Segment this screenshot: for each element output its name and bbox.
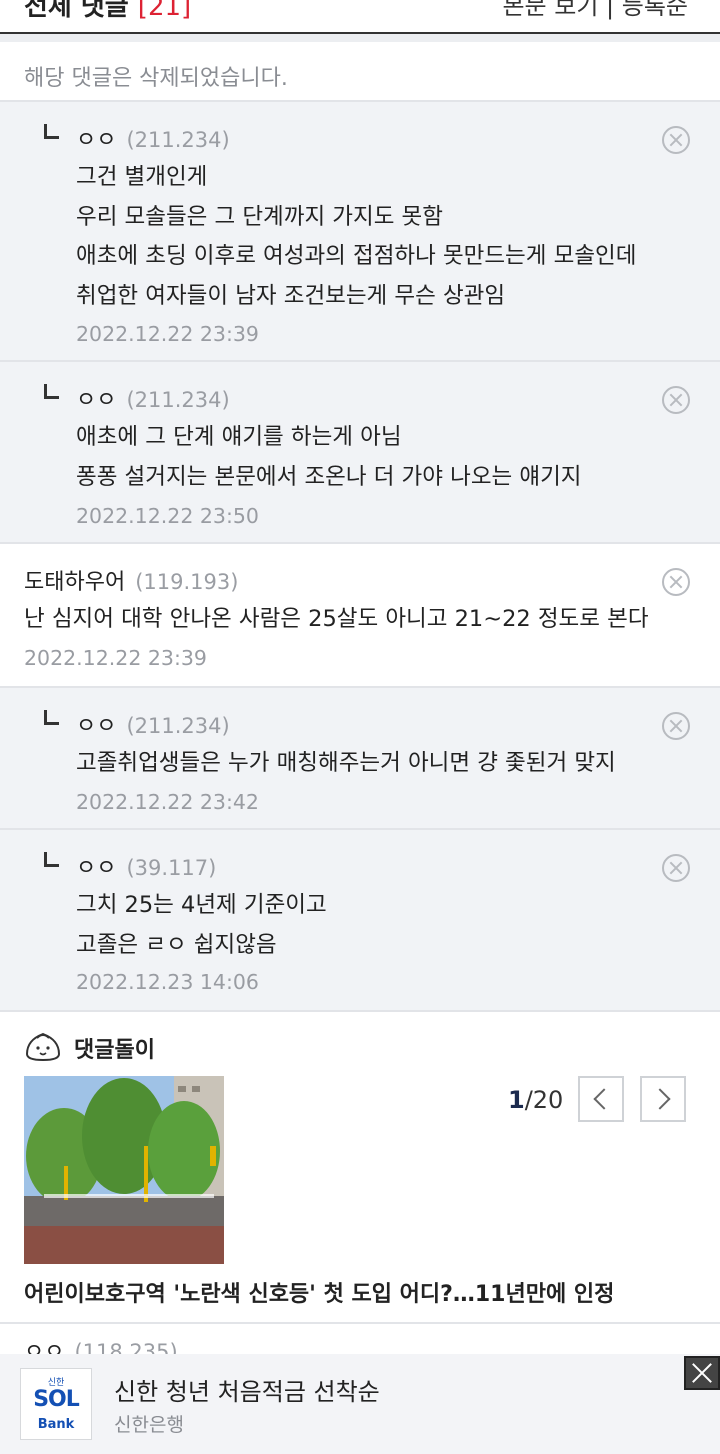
close-ad-button[interactable] [684,1356,720,1390]
delete-comment-icon[interactable] [662,386,690,414]
comment-date: 2022.12.22 23:42 [76,790,259,814]
comment-date: 2022.12.22 23:50 [76,504,259,528]
comment-nickname[interactable]: ㅇㅇ [76,714,116,739]
comment-nickname[interactable]: ㅇㅇ [76,128,116,153]
news-headline-link[interactable]: 어린이보호구역 '노란색 신호등' 첫 도입 어디?…11년만에 인정 [24,1276,614,1308]
news-thumbnail[interactable] [24,1076,224,1264]
ad-advertiser: 신한은행 [114,1414,184,1436]
comment-text: 그치 25는 4년제 기준이고 고졸은 ㄹㅇ 쉽지않음 [76,892,327,958]
comment-text: 애초에 그 단계 얘기를 하는게 아님 퐁퐁 설거지는 본문에서 조온나 더 가… [76,424,582,490]
comment-ip: (211.234) [126,128,230,152]
dolgul-title: 댓글돌이 [74,1038,155,1063]
chevron-left-icon [593,1088,615,1110]
comment-header-title: 전체 댓글 [24,0,129,22]
ad-banner[interactable]: 신한 SOL Bank 신한 청년 처음적금 선착순 신한은행 [0,1354,720,1454]
comment-item: 도태하우어 (119.193) 난 심지어 대학 안나온 사람은 25살도 아니고… [0,544,720,688]
shinhan-sol-bank-logo: 신한 SOL Bank [20,1368,92,1440]
delete-comment-icon[interactable] [662,126,690,154]
delete-comment-icon[interactable] [662,568,690,596]
comment-ip: (39.117) [126,856,217,880]
comment-reply: ㅇㅇ (211.234) 그건 별개인게 우리 모솔들은 그 단계까지 가지도 못… [0,102,720,362]
section-divider [0,34,720,42]
comment-sort-menu[interactable]: 본문 보기 | 등록순 [502,0,688,21]
prev-button[interactable] [578,1076,624,1122]
dolgul-section: 댓글돌이 1/20 어린이보호구역 '노란색 신호등' 첫 도입 어디?…11년… [0,1012,720,1324]
pager-total: /20 [524,1086,564,1114]
pager-current: 1 [508,1086,525,1114]
comment-reply: ㅇㅇ (211.234) 고졸취업생들은 누가 매칭해주는거 아니면 걍 좇된거 … [0,688,720,830]
reply-arrow-icon [44,384,59,399]
deleted-comment-text: 해당 댓글은 삭제되었습니다. [24,66,288,91]
next-button[interactable] [640,1076,686,1122]
comment-date: 2022.12.22 23:39 [76,322,259,346]
comment-ip: (119.193) [135,570,239,594]
dolgul-pager: 1/20 [508,1086,563,1114]
comment-date: 2022.12.22 23:39 [24,646,207,670]
reply-arrow-icon [44,852,59,867]
comment-reply: ㅇㅇ (39.117) 그치 25는 4년제 기준이고 고졸은 ㄹㅇ 쉽지않음 2… [0,830,720,1012]
ad-title[interactable]: 신한 청년 처음적금 선착순 [114,1372,380,1407]
comment-nickname[interactable]: ㅇㅇ [76,388,116,413]
comment-reply: ㅇㅇ (211.234) 애초에 그 단계 얘기를 하는게 아님 퐁퐁 설거지는 … [0,362,720,544]
comment-ip: (211.234) [126,388,230,412]
comment-date: 2022.12.23 14:06 [76,970,259,994]
reply-arrow-icon [44,124,59,139]
comment-count: [21] [137,0,192,22]
comment-ip: (211.234) [126,714,230,738]
comment-header: 전체 댓글 [21] 본문 보기 | 등록순 [0,0,720,34]
comment-text: 고졸취업생들은 누가 매칭해주는거 아니면 걍 좇된거 맞지 [76,750,616,776]
chevron-right-icon [649,1088,671,1110]
delete-comment-icon[interactable] [662,712,690,740]
reply-arrow-icon [44,710,59,725]
comment-nickname[interactable]: ㅇㅇ [76,856,116,881]
dumpling-mascot-icon [25,1032,61,1062]
deleted-comment-row: 해당 댓글은 삭제되었습니다. [0,42,720,102]
comment-nickname[interactable]: 도태하우어 [24,570,125,595]
comment-text: 난 심지어 대학 안나온 사람은 25살도 아니고 21~22 정도로 본다 [24,606,649,632]
delete-comment-icon[interactable] [662,854,690,882]
comment-text: 그건 별개인게 우리 모솔들은 그 단계까지 가지도 못함 애초에 초딩 이후로… [76,164,637,309]
